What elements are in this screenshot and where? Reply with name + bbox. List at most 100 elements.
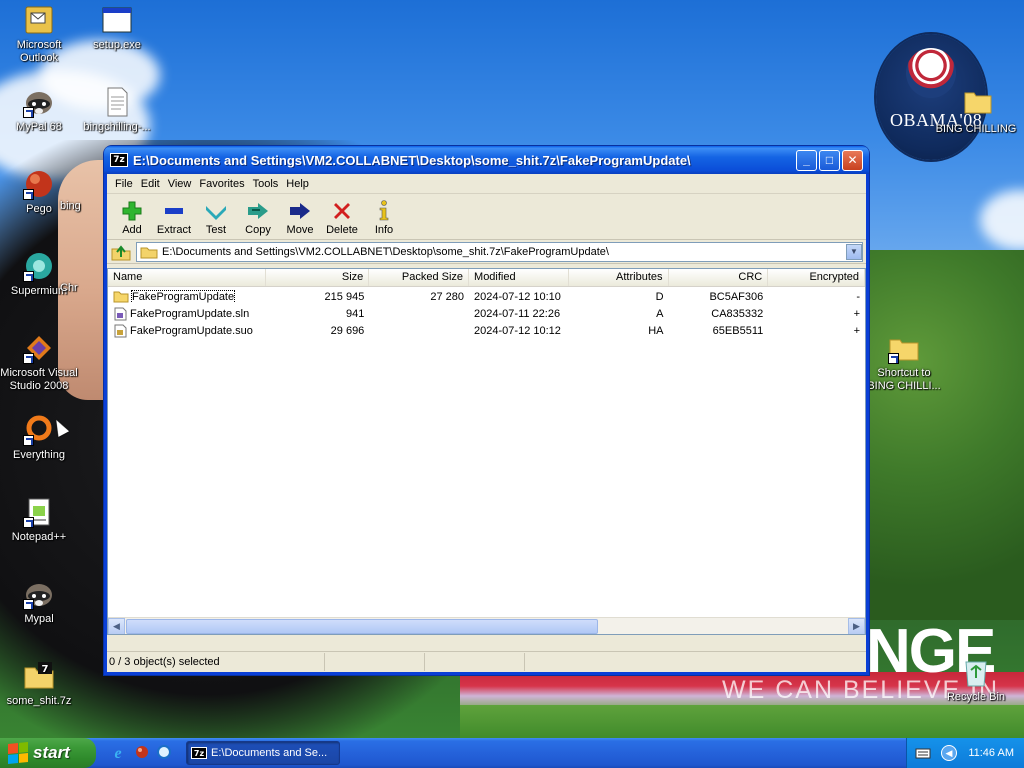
desktop-icon-bing-chilling-folder[interactable]: BING CHILLING xyxy=(934,88,1018,136)
column-name[interactable]: Name xyxy=(108,269,266,286)
svg-text:e: e xyxy=(114,745,121,760)
taskbar: start e 7z E:\Documents and Se... ◀ 11:4… xyxy=(0,738,1024,768)
visual-studio-icon xyxy=(23,332,55,364)
up-folder-button[interactable] xyxy=(110,242,132,262)
column-crc[interactable]: CRC xyxy=(669,269,769,286)
7zip-app-icon: 7z xyxy=(191,747,207,759)
7zip-app-icon: 7z xyxy=(110,153,128,167)
table-row[interactable]: FakeProgramUpdate 215 945 27 280 2024-07… xyxy=(108,288,865,305)
toolbar: Add Extract Test Copy Move Delete Info xyxy=(107,194,866,240)
plus-icon xyxy=(121,198,143,224)
status-segment-3 xyxy=(425,652,525,671)
menu-help[interactable]: Help xyxy=(282,176,313,192)
double-arrow-icon xyxy=(246,198,270,224)
status-selection: 0 / 3 object(s) selected xyxy=(107,652,325,671)
close-icon: ✕ xyxy=(847,153,858,167)
x-icon xyxy=(331,198,353,224)
file-icon xyxy=(114,324,127,337)
7zip-file-manager-window[interactable]: 7z E:\Documents and Settings\VM2.COLLABN… xyxy=(104,146,869,675)
bing-icon xyxy=(60,168,92,200)
up-folder-icon xyxy=(111,244,131,260)
minus-icon xyxy=(163,198,185,224)
maximize-button[interactable]: □ xyxy=(819,149,840,171)
task-7zip-window[interactable]: 7z E:\Documents and Se... xyxy=(186,741,340,765)
menu-favorites[interactable]: Favorites xyxy=(195,176,248,192)
chevron-right-icon: ▶ xyxy=(853,620,860,631)
address-text: E:\Documents and Settings\VM2.COLLABNET\… xyxy=(162,245,609,258)
horizontal-scrollbar[interactable]: ◀ ▶ xyxy=(108,617,865,634)
notepadpp-icon xyxy=(23,496,55,528)
menu-edit[interactable]: Edit xyxy=(137,176,164,192)
menu-tools[interactable]: Tools xyxy=(249,176,283,192)
info-button[interactable]: Info xyxy=(363,198,405,236)
column-size[interactable]: Size xyxy=(266,269,370,286)
desktop-icon-visual-studio[interactable]: Microsoft Visual Studio 2008 xyxy=(0,332,78,393)
desktop-icon-outlook[interactable]: Microsoft Outlook xyxy=(0,4,78,65)
status-segment-4 xyxy=(525,653,863,671)
file-list[interactable]: Name Size Packed Size Modified Attribute… xyxy=(107,268,866,635)
scroll-right-button[interactable]: ▶ xyxy=(848,617,865,634)
status-bar: 0 / 3 object(s) selected xyxy=(107,651,866,671)
clock: 11:46 AM xyxy=(968,747,1014,759)
menu-view[interactable]: View xyxy=(164,176,196,192)
folder-icon xyxy=(140,247,158,258)
keyboard-icon[interactable] xyxy=(915,747,931,759)
extract-button[interactable]: Extract xyxy=(153,198,195,236)
add-button[interactable]: Add xyxy=(111,198,153,236)
ie-icon[interactable]: e xyxy=(110,744,126,760)
chevron-left-icon: ◀ xyxy=(113,620,120,631)
check-chevron-icon xyxy=(204,198,228,224)
table-row[interactable]: FakeProgramUpdate.sln 941 2024-07-11 22:… xyxy=(108,305,865,322)
desktop-icon-some-shit-7z[interactable]: 7 some_shit.7z xyxy=(0,660,78,708)
text-file-icon xyxy=(101,86,133,118)
desktop-icon-bing-chilling-shortcut[interactable]: Shortcut to BING CHILLI... xyxy=(866,332,942,393)
minimize-button[interactable]: _ xyxy=(796,149,817,171)
window-app-icon xyxy=(101,4,133,36)
tray-expand-icon[interactable]: ◀ xyxy=(941,745,957,761)
column-modified[interactable]: Modified xyxy=(469,269,569,286)
desktop-icon-everything[interactable]: Everything xyxy=(0,414,78,462)
7z-archive-icon: 7 xyxy=(23,660,55,692)
folder-icon xyxy=(113,291,129,303)
desktop-icon-bing[interactable]: bing xyxy=(60,168,100,213)
table-row[interactable]: FakeProgramUpdate.suo 29 696 2024-07-12 … xyxy=(108,322,865,339)
column-packed-size[interactable]: Packed Size xyxy=(369,269,470,286)
folder-icon xyxy=(962,88,994,120)
test-button[interactable]: Test xyxy=(195,198,237,236)
svg-text:7: 7 xyxy=(42,664,49,675)
copy-button[interactable]: Copy xyxy=(237,198,279,236)
start-button[interactable]: start xyxy=(0,738,96,768)
delete-button[interactable]: Delete xyxy=(321,198,363,236)
window-title: E:\Documents and Settings\VM2.COLLABNET\… xyxy=(133,152,691,168)
info-icon xyxy=(377,198,391,224)
address-dropdown-button[interactable]: ▼ xyxy=(846,243,862,260)
address-bar: E:\Documents and Settings\VM2.COLLABNET\… xyxy=(107,240,866,264)
address-field[interactable]: E:\Documents and Settings\VM2.COLLABNET\… xyxy=(136,241,863,262)
titlebar[interactable]: 7z E:\Documents and Settings\VM2.COLLABN… xyxy=(104,146,869,174)
scroll-thumb[interactable] xyxy=(126,619,598,634)
column-header-row: Name Size Packed Size Modified Attribute… xyxy=(108,269,865,287)
column-attributes[interactable]: Attributes xyxy=(569,269,669,286)
desktop-icon-setup[interactable]: setup.exe xyxy=(78,4,156,52)
supermium-icon xyxy=(23,250,55,282)
desktop-icon-mypal[interactable]: Mypal xyxy=(0,578,78,626)
folder-shortcut-icon xyxy=(888,332,920,364)
maximize-icon: □ xyxy=(825,153,834,167)
desktop-icon-recycle-bin[interactable]: Recycle Bin xyxy=(936,656,1016,704)
minimize-icon: _ xyxy=(803,153,810,167)
browser-icon[interactable] xyxy=(156,744,172,760)
arrow-right-icon xyxy=(288,198,312,224)
pego-ball-icon xyxy=(23,168,55,200)
scroll-left-button[interactable]: ◀ xyxy=(108,617,125,634)
close-button[interactable]: ✕ xyxy=(842,149,863,171)
column-encrypted[interactable]: Encrypted xyxy=(768,269,865,286)
desktop-icon-bingchilling-file[interactable]: bingchilling-... xyxy=(78,86,156,134)
desktop-icon-notepadpp[interactable]: Notepad++ xyxy=(0,496,78,544)
desktop-icon-chrome[interactable]: Chr xyxy=(60,250,100,295)
menu-file[interactable]: File xyxy=(111,176,137,192)
recycle-bin-icon xyxy=(960,656,992,688)
desktop-icon-mypal68[interactable]: MyPal 68 xyxy=(0,86,78,134)
everything-search-icon xyxy=(23,414,55,446)
move-button[interactable]: Move xyxy=(279,198,321,236)
pego-icon[interactable] xyxy=(134,744,150,760)
